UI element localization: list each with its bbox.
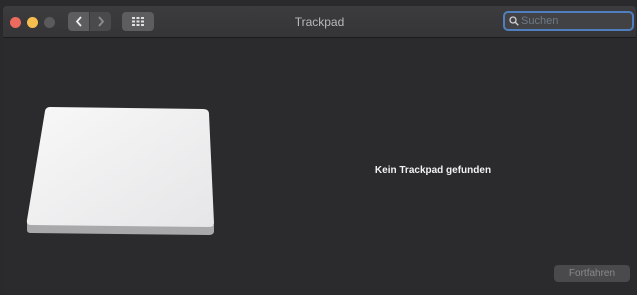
search-icon (509, 16, 519, 26)
search-input[interactable] (519, 15, 621, 27)
trackpad-illustration (26, 107, 215, 235)
titlebar: Trackpad (3, 6, 636, 38)
preferences-window: Trackpad Kein Trackpad gefunden Fortfahr… (3, 6, 636, 294)
search-field[interactable] (503, 11, 634, 31)
continue-button[interactable]: Fortfahren (554, 265, 630, 282)
no-trackpad-message: Kein Trackpad gefunden (374, 165, 492, 176)
